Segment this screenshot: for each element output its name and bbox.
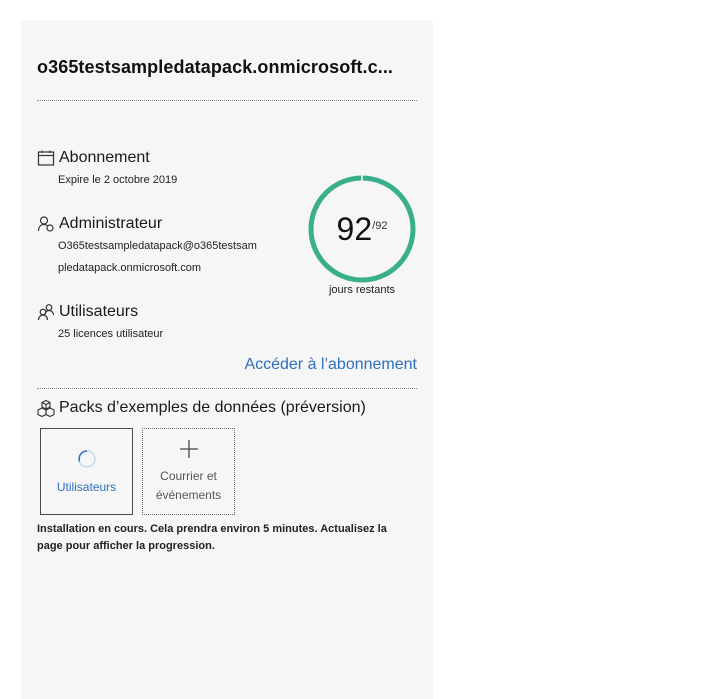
tenant-domain-title: o365testsampledatapack.onmicrosoft.c... bbox=[37, 57, 394, 77]
users-pack-label: Utilisateurs bbox=[56, 480, 117, 494]
admin-person-icon bbox=[37, 215, 55, 233]
administrator-section: Administrateur O365testsampledatapack@o3… bbox=[37, 213, 257, 279]
divider bbox=[37, 100, 417, 101]
sample-packs-section: Packs d’exemples de données (préversion) bbox=[37, 397, 366, 419]
users-label: Utilisateurs bbox=[59, 303, 139, 320]
packages-icon bbox=[37, 399, 55, 417]
users-license-count: 25 licences utilisateur bbox=[58, 328, 164, 340]
calendar-icon bbox=[37, 149, 55, 167]
subscription-section: Abonnement Expire le 2 octobre 2019 bbox=[37, 147, 177, 191]
users-pack-tile[interactable]: Utilisateurs bbox=[40, 428, 133, 515]
mail-events-pack-label: Courrier et événements bbox=[155, 469, 222, 502]
go-to-subscription-link[interactable]: Accéder à l’abonnement bbox=[201, 356, 417, 374]
days-total-value: /92 bbox=[372, 220, 388, 232]
people-icon bbox=[37, 303, 55, 321]
subscription-panel: o365testsampledatapack.onmicrosoft.c... … bbox=[21, 20, 433, 699]
mail-events-pack-tile[interactable]: Courrier et événements bbox=[142, 428, 235, 515]
administrator-email-line1: O365testsampledatapack@o365testsam bbox=[58, 240, 257, 252]
spinner-icon bbox=[77, 449, 97, 474]
sample-packs-title: Packs d’exemples de données (préversion) bbox=[59, 399, 366, 416]
administrator-email-line2: pledatapack.onmicrosoft.com bbox=[58, 262, 202, 274]
divider bbox=[37, 388, 417, 389]
administrator-label: Administrateur bbox=[59, 215, 163, 232]
installation-status-note: Installation en cours. Cela prendra envi… bbox=[37, 523, 387, 552]
plus-icon bbox=[178, 438, 200, 465]
days-remaining-label: jours restants bbox=[328, 284, 396, 296]
subscription-label: Abonnement bbox=[59, 149, 150, 166]
subscription-expiry: Expire le 2 octobre 2019 bbox=[58, 174, 178, 186]
users-section: Utilisateurs 25 licences utilisateur bbox=[37, 301, 163, 345]
days-remaining-ring: 92 /92 bbox=[306, 173, 418, 285]
days-remaining-value: 92 bbox=[336, 210, 373, 247]
